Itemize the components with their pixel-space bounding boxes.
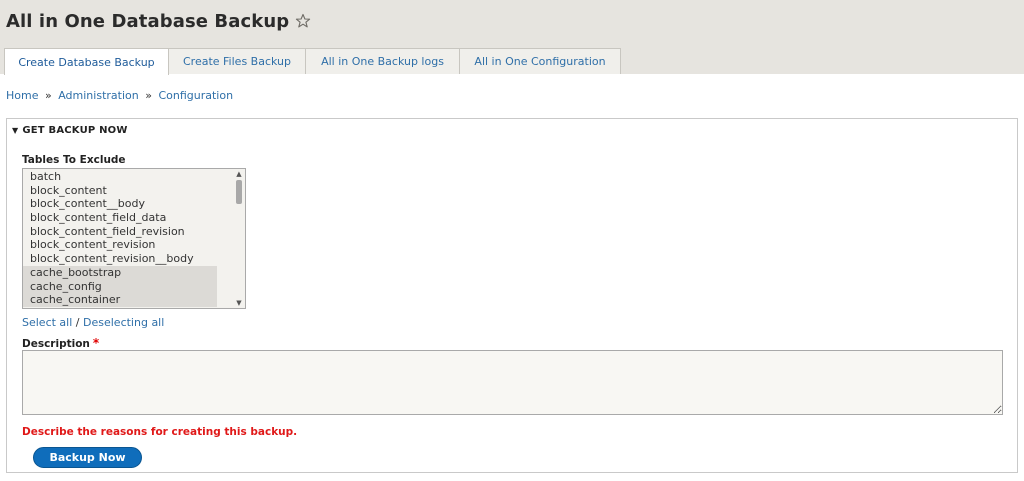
description-help-text: Describe the reasons for creating this b… — [22, 426, 298, 438]
table-option[interactable]: block_content_revision — [23, 238, 217, 252]
breadcrumb-separator: » — [44, 89, 52, 102]
description-label: Description — [22, 338, 90, 350]
scroll-up-icon[interactable]: ▲ — [235, 170, 243, 178]
breadcrumb-separator: » — [145, 89, 152, 102]
table-option[interactable]: cache_config — [23, 279, 217, 294]
page-header: All in One Database Backup Create Databa… — [0, 0, 1024, 75]
select-links: Select all / Deselecting all — [22, 316, 164, 329]
breadcrumb-administration[interactable]: Administration — [58, 89, 139, 102]
breadcrumb-home[interactable]: Home — [6, 89, 38, 102]
table-option[interactable]: block_content_revision__body — [23, 252, 217, 266]
get-backup-fieldset: ▼ GET BACKUP NOW Tables To Exclude batch… — [6, 118, 1018, 473]
description-textarea[interactable] — [22, 350, 1003, 415]
table-option[interactable]: block_content__body — [23, 197, 217, 211]
tab-create-database-backup[interactable]: Create Database Backup — [4, 48, 169, 75]
scroll-thumb[interactable] — [236, 180, 242, 204]
table-option[interactable]: batch — [23, 170, 217, 184]
required-mark: * — [92, 336, 100, 350]
tables-to-exclude-select[interactable]: batch block_content block_content__body blo… — [22, 168, 246, 309]
select-all-link[interactable]: Select all — [22, 316, 72, 329]
table-option[interactable]: cache_container — [23, 293, 217, 307]
deselect-all-link[interactable]: Deselecting all — [83, 316, 164, 329]
tab-create-files-backup[interactable]: Create Files Backup — [168, 48, 306, 74]
scroll-down-icon[interactable]: ▼ — [235, 299, 243, 307]
description-label-wrap: Description * — [22, 336, 99, 350]
caret-down-icon: ▼ — [12, 126, 19, 135]
star-icon[interactable] — [295, 13, 311, 29]
backup-now-button[interactable]: Backup Now — [33, 447, 142, 468]
table-option[interactable]: block_content — [23, 184, 217, 198]
tab-backup-logs[interactable]: All in One Backup logs — [305, 48, 460, 74]
options-list: batch block_content block_content__body blo… — [23, 170, 245, 307]
fieldset-legend-text: GET BACKUP NOW — [22, 125, 128, 136]
table-option[interactable]: cache_bootstrap — [23, 265, 217, 280]
tab-configuration[interactable]: All in One Configuration — [459, 48, 621, 74]
title-row: All in One Database Backup — [6, 8, 311, 34]
page-title: All in One Database Backup — [6, 10, 290, 32]
tables-to-exclude-label: Tables To Exclude — [22, 154, 126, 166]
scrollbar[interactable]: ▲ ▼ — [233, 169, 245, 308]
breadcrumb-configuration[interactable]: Configuration — [158, 89, 233, 102]
tabs: Create Database Backup Create Files Back… — [4, 48, 621, 75]
breadcrumb: Home » Administration » Configuration — [6, 89, 233, 102]
table-option[interactable]: block_content_field_revision — [23, 225, 217, 239]
select-links-separator: / — [75, 316, 80, 329]
fieldset-toggle[interactable]: ▼ GET BACKUP NOW — [12, 125, 128, 136]
table-option[interactable]: block_content_field_data — [23, 211, 217, 225]
